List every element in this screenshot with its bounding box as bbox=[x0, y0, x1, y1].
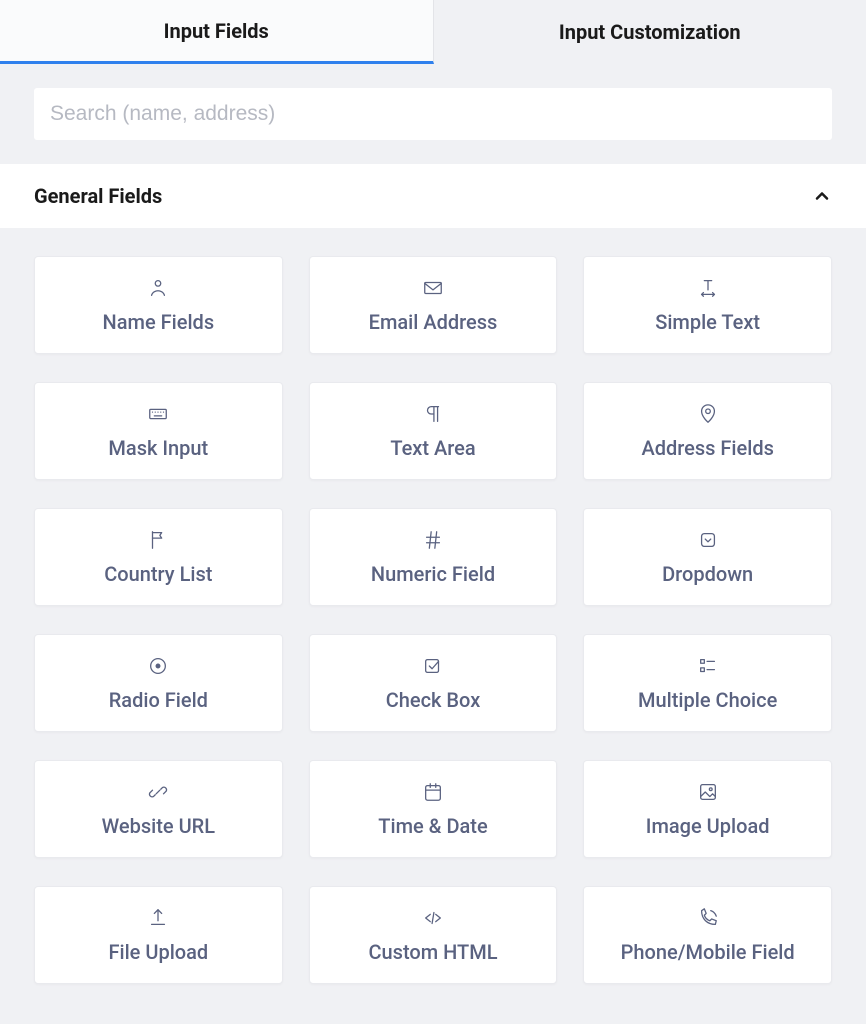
checkbox-icon bbox=[421, 654, 445, 678]
search-input[interactable] bbox=[34, 88, 832, 140]
radio-icon bbox=[146, 654, 170, 678]
phone-icon bbox=[696, 906, 720, 930]
field-card[interactable]: Check Box bbox=[309, 634, 558, 732]
code-icon bbox=[421, 906, 445, 930]
mail-icon bbox=[421, 276, 445, 300]
paragraph-icon bbox=[421, 402, 445, 426]
section-header[interactable]: General Fields bbox=[0, 164, 866, 228]
flag-icon bbox=[146, 528, 170, 552]
calendar-icon bbox=[421, 780, 445, 804]
field-card[interactable]: Simple Text bbox=[583, 256, 832, 354]
field-card-label: Check Box bbox=[386, 688, 481, 712]
keyboard-icon bbox=[146, 402, 170, 426]
field-card-label: Country List bbox=[104, 562, 212, 586]
field-card[interactable]: Custom HTML bbox=[309, 886, 558, 984]
tab-input-customization[interactable]: Input Customization bbox=[434, 0, 866, 64]
section-title: General Fields bbox=[34, 184, 162, 208]
field-card-label: Mask Input bbox=[108, 436, 208, 460]
tabs: Input Fields Input Customization bbox=[0, 0, 866, 64]
field-card[interactable]: Country List bbox=[34, 508, 283, 606]
field-card[interactable]: Address Fields bbox=[583, 382, 832, 480]
field-card[interactable]: Mask Input bbox=[34, 382, 283, 480]
tab-input-fields[interactable]: Input Fields bbox=[0, 0, 434, 64]
fields-grid: Name Fields Email Address Simple Text Mask … bbox=[34, 256, 832, 984]
field-card-label: File Upload bbox=[108, 940, 208, 964]
user-icon bbox=[146, 276, 170, 300]
upload-icon bbox=[146, 906, 170, 930]
field-card-label: Text Area bbox=[390, 436, 475, 460]
link-icon bbox=[146, 780, 170, 804]
field-card[interactable]: Numeric Field bbox=[309, 508, 558, 606]
field-card-label: Email Address bbox=[369, 310, 498, 334]
field-card-label: Image Upload bbox=[646, 814, 770, 838]
field-card[interactable]: Name Fields bbox=[34, 256, 283, 354]
field-card-label: Dropdown bbox=[662, 562, 753, 586]
field-card[interactable]: Phone/Mobile Field bbox=[583, 886, 832, 984]
section-general-fields: General Fields bbox=[0, 164, 866, 228]
search-wrap bbox=[0, 64, 866, 164]
pin-icon bbox=[696, 402, 720, 426]
field-card-label: Simple Text bbox=[655, 310, 760, 334]
field-card-label: Name Fields bbox=[103, 310, 215, 334]
field-card[interactable]: Website URL bbox=[34, 760, 283, 858]
image-icon bbox=[696, 780, 720, 804]
field-card-label: Time & Date bbox=[378, 814, 487, 838]
field-card-label: Address Fields bbox=[641, 436, 773, 460]
field-card-label: Numeric Field bbox=[371, 562, 495, 586]
field-card-label: Multiple Choice bbox=[638, 688, 777, 712]
field-card-label: Custom HTML bbox=[368, 940, 497, 964]
list-icon bbox=[696, 654, 720, 678]
field-card-label: Website URL bbox=[102, 814, 215, 838]
field-card[interactable]: Dropdown bbox=[583, 508, 832, 606]
field-card[interactable]: Image Upload bbox=[583, 760, 832, 858]
hash-icon bbox=[421, 528, 445, 552]
chevron-up-icon bbox=[812, 186, 832, 206]
field-card-label: Phone/Mobile Field bbox=[621, 940, 795, 964]
field-card[interactable]: Text Area bbox=[309, 382, 558, 480]
field-card[interactable]: Radio Field bbox=[34, 634, 283, 732]
field-card[interactable]: Multiple Choice bbox=[583, 634, 832, 732]
text-width-icon bbox=[696, 276, 720, 300]
field-card[interactable]: Time & Date bbox=[309, 760, 558, 858]
field-card-label: Radio Field bbox=[109, 688, 208, 712]
field-card[interactable]: Email Address bbox=[309, 256, 558, 354]
field-card[interactable]: File Upload bbox=[34, 886, 283, 984]
dropdown-icon bbox=[696, 528, 720, 552]
fields-grid-wrap: Name Fields Email Address Simple Text Mask … bbox=[0, 228, 866, 1018]
